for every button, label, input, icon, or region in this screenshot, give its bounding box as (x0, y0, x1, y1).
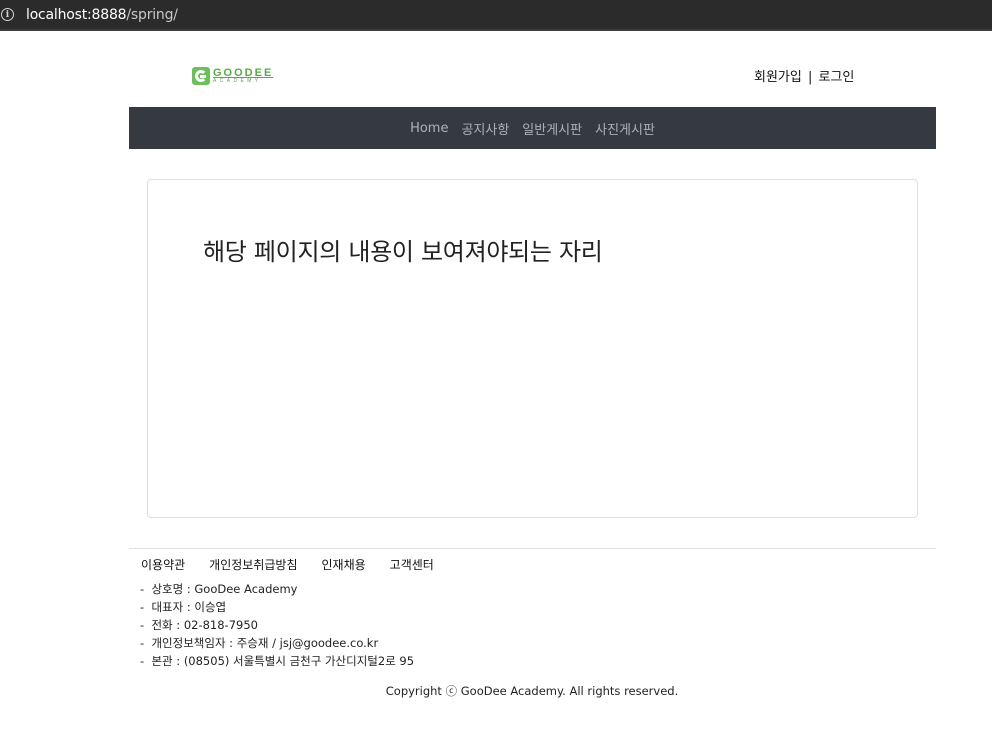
main-navbar: Home 공지사항 일반게시판 사진게시판 (129, 107, 936, 149)
signup-link[interactable]: 회원가입 (754, 70, 802, 85)
content-card: 해당 페이지의 내용이 보여져야되는 자리 (147, 179, 918, 518)
nav-item-photo-board[interactable]: 사진게시판 (595, 119, 655, 138)
url-text[interactable]: localhost:8888/spring/ (26, 7, 178, 23)
footer-link-recruit[interactable]: 인재채용 (322, 556, 366, 573)
copyright-text: Copyright ⓒ GooDee Academy. All rights r… (385, 684, 679, 698)
footer-links: 이용약관 개인정보취급방침 인재채용 고객센터 (141, 556, 458, 573)
nav-item-general-board[interactable]: 일반게시판 (522, 119, 582, 138)
company-info-item: 전화 : 02-818-7950 (140, 616, 414, 634)
content-placeholder-text: 해당 페이지의 내용이 보여져야되는 자리 (203, 238, 603, 266)
company-info-item: 상호명 : GooDee Academy (140, 580, 414, 598)
footer-link-privacy[interactable]: 개인정보취급방침 (209, 556, 297, 573)
browser-address-bar[interactable]: i localhost:8888/spring/ (0, 0, 992, 31)
auth-links: 회원가입 | 로그인 (754, 66, 854, 85)
footer-divider (129, 548, 936, 549)
url-host: localhost:8888 (26, 6, 127, 23)
nav-item-home[interactable]: Home (410, 121, 448, 136)
company-info-item: 개인정보책임자 : 주승재 / jsj@goodee.co.kr (140, 634, 414, 652)
login-link[interactable]: 로그인 (819, 70, 855, 85)
company-info-item: 대표자 : 이승엽 (140, 598, 414, 616)
footer-link-terms[interactable]: 이용약관 (141, 556, 185, 573)
logo-sub: ACADEMY (213, 78, 262, 84)
auth-separator: | (807, 70, 813, 85)
company-info-list: 상호명 : GooDee Academy 대표자 : 이승엽 전화 : 02-8… (140, 580, 414, 670)
url-path: /spring/ (126, 6, 178, 23)
company-info-item: 본관 : (08505) 서울특별시 금천구 가산디지털2로 95 (140, 652, 414, 670)
logo-text: GOODEE ACADEMY (213, 68, 273, 84)
info-icon[interactable]: i (1, 8, 14, 21)
nav-item-notice[interactable]: 공지사항 (461, 119, 509, 138)
footer-link-support[interactable]: 고객센터 (390, 556, 434, 573)
goodee-logo[interactable]: GOODEE ACADEMY (192, 67, 273, 85)
goodee-logo-icon (192, 67, 210, 85)
